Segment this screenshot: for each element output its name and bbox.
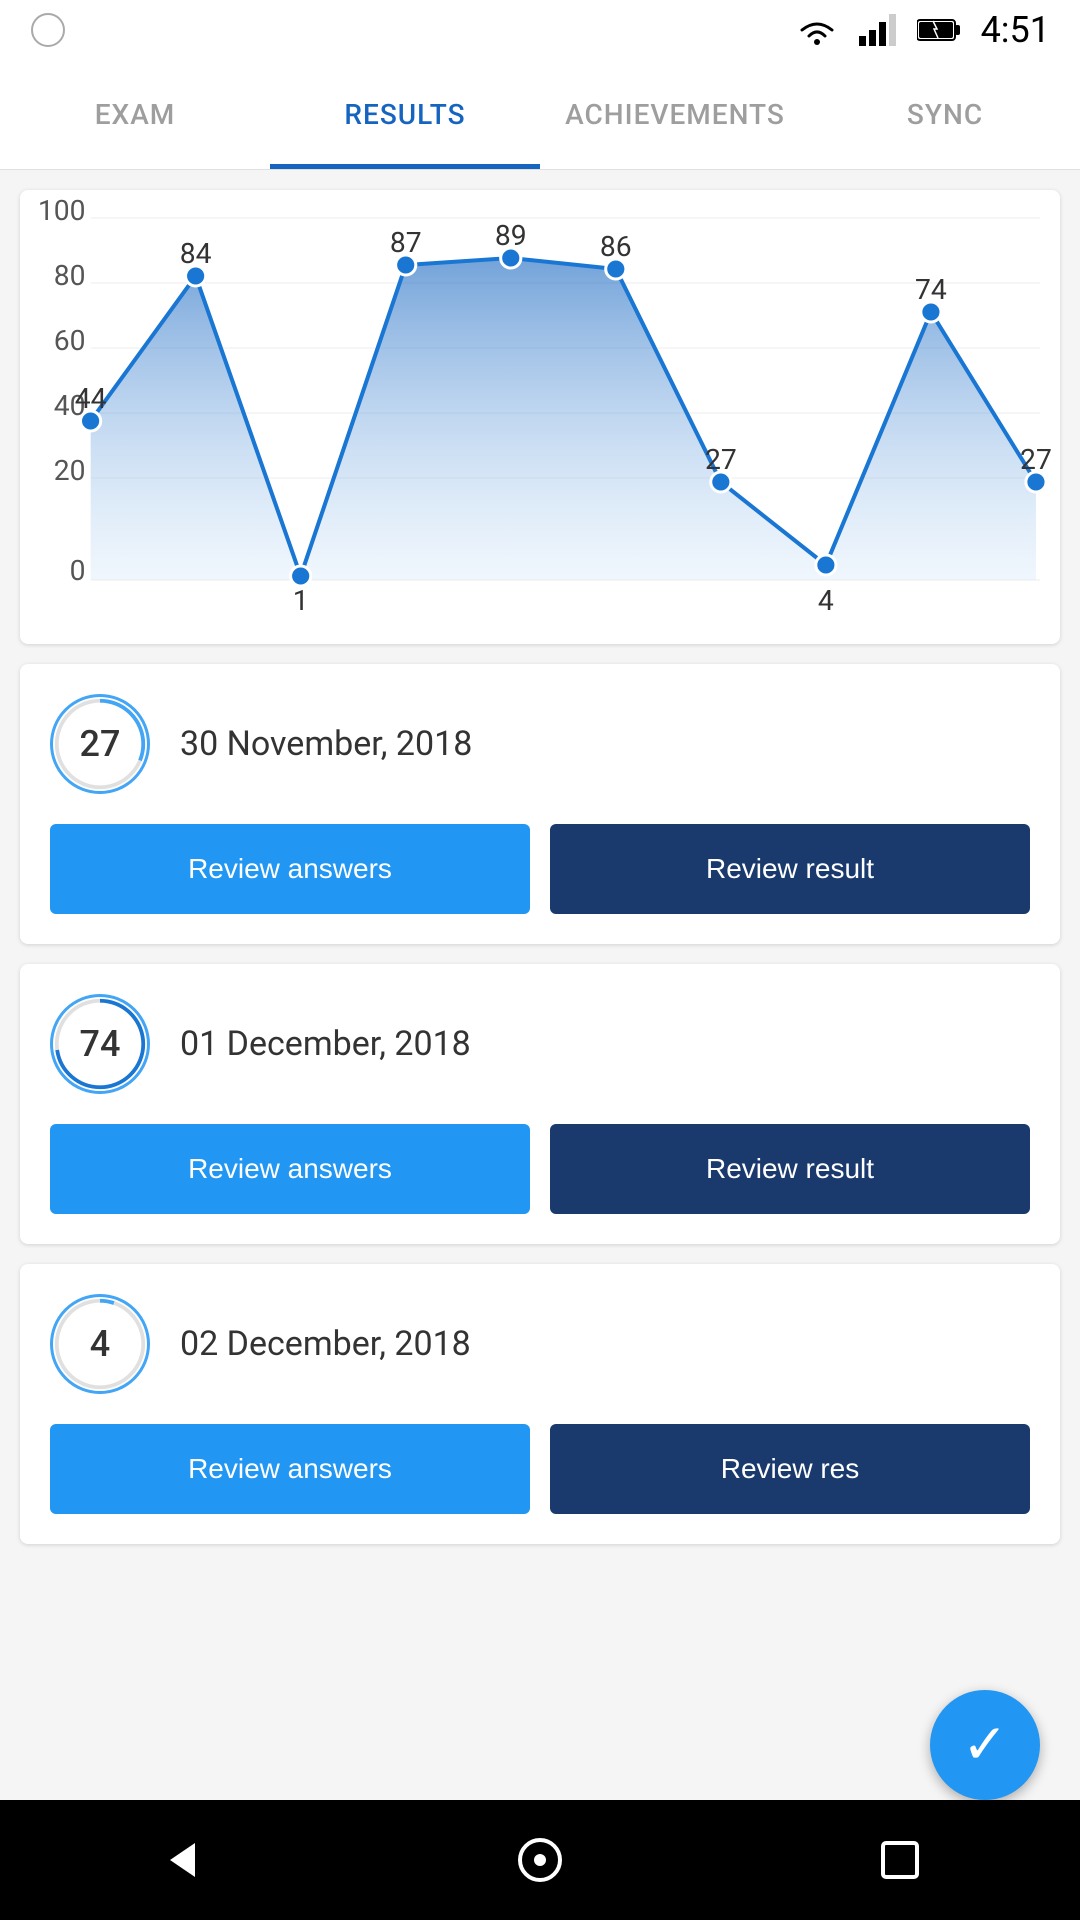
line-chart: 100 80 60 40 20 0 44 84	[30, 210, 1040, 630]
top-navigation: EXAM RESULTS ACHIEVE­MENTS SYNC	[0, 60, 1080, 170]
svg-text:20: 20	[54, 454, 86, 487]
svg-text:27: 27	[705, 443, 737, 476]
review-result-button-2[interactable]: Review result	[550, 1124, 1030, 1214]
review-answers-button-1[interactable]: Review answers	[50, 824, 530, 914]
svg-text:100: 100	[38, 194, 86, 227]
svg-text:1: 1	[293, 584, 309, 617]
bottom-navigation	[0, 1800, 1080, 1920]
status-bar: 4:51	[0, 0, 1080, 60]
result-date-1: 30 November, 2018	[180, 724, 472, 764]
svg-text:86: 86	[600, 230, 632, 263]
recents-icon	[875, 1835, 925, 1885]
check-icon: ✓	[962, 1718, 1008, 1773]
wifi-icon	[795, 14, 839, 46]
review-result-button-3[interactable]: Review res	[550, 1424, 1030, 1514]
svg-text:74: 74	[915, 273, 947, 306]
svg-text:4: 4	[818, 584, 834, 617]
result-header-1: 27 30 November, 2018	[50, 694, 1030, 794]
tab-achievements[interactable]: ACHIEVE­MENTS	[540, 60, 810, 169]
result-card-2: 74 01 December, 2018 Review answers Revi…	[20, 964, 1060, 1244]
result-date-2: 01 December, 2018	[180, 1024, 471, 1064]
svg-text:0: 0	[70, 554, 86, 587]
tab-exam[interactable]: EXAM	[0, 60, 270, 169]
svg-text:27: 27	[1020, 443, 1052, 476]
result-card-1: 27 30 November, 2018 Review answers Revi…	[20, 664, 1060, 944]
result-card-3: 4 02 December, 2018 Review answers Revie…	[20, 1264, 1060, 1544]
svg-text:87: 87	[390, 226, 422, 259]
svg-text:80: 80	[54, 259, 86, 292]
recents-button[interactable]	[870, 1830, 930, 1890]
score-circle-3: 4	[50, 1294, 150, 1394]
result-buttons-3: Review answers Review res	[50, 1424, 1030, 1514]
signal-icon	[859, 14, 897, 46]
home-button[interactable]	[510, 1830, 570, 1890]
result-buttons-2: Review answers Review result	[50, 1124, 1030, 1214]
svg-text:84: 84	[180, 237, 212, 270]
svg-text:89: 89	[495, 219, 527, 252]
result-header-2: 74 01 December, 2018	[50, 994, 1030, 1094]
fab-check-button[interactable]: ✓	[930, 1690, 1040, 1800]
review-answers-button-2[interactable]: Review answers	[50, 1124, 530, 1214]
back-button[interactable]	[150, 1830, 210, 1890]
svg-text:60: 60	[54, 324, 86, 357]
notification-icon	[30, 12, 66, 48]
result-date-3: 02 December, 2018	[180, 1324, 471, 1364]
back-icon	[155, 1835, 205, 1885]
home-icon	[515, 1835, 565, 1885]
result-header-3: 4 02 December, 2018	[50, 1294, 1030, 1394]
chart-card: 100 80 60 40 20 0 44 84	[20, 190, 1060, 644]
review-result-button-1[interactable]: Review result	[550, 824, 1030, 914]
tab-sync[interactable]: SYNC	[810, 60, 1080, 169]
svg-text:44: 44	[75, 382, 107, 415]
review-answers-button-3[interactable]: Review answers	[50, 1424, 530, 1514]
status-time: 4:51	[981, 9, 1050, 51]
result-buttons-1: Review answers Review result	[50, 824, 1030, 914]
score-circle-1: 27	[50, 694, 150, 794]
score-circle-2: 74	[50, 994, 150, 1094]
battery-icon	[917, 16, 961, 44]
tab-results[interactable]: RESULTS	[270, 60, 540, 169]
main-content: 100 80 60 40 20 0 44 84	[0, 170, 1080, 1800]
